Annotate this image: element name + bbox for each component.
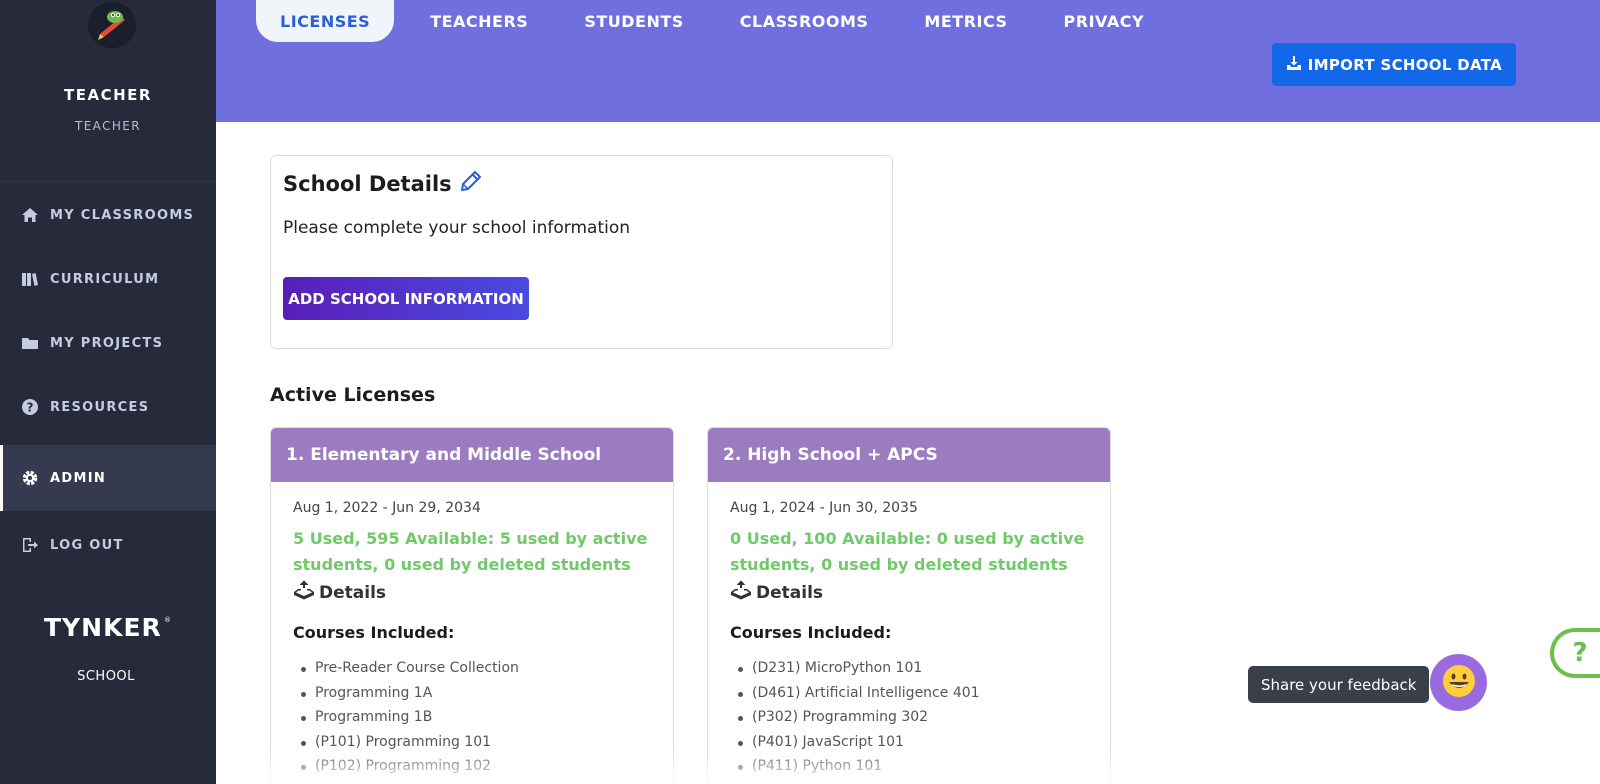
books-icon: [20, 269, 40, 289]
active-licenses-title: Active Licenses: [270, 384, 436, 406]
add-school-information-button[interactable]: ADD SCHOOL INFORMATION: [283, 277, 529, 320]
svg-text:TYNKER: TYNKER: [44, 613, 162, 642]
admin-header: LICENSES TEACHERS STUDENTS CLASSROOMS ME…: [216, 0, 1600, 122]
smiley-icon: [1441, 663, 1477, 703]
school-details-card: School Details Please complete your scho…: [270, 155, 893, 349]
license-details-link[interactable]: Details: [293, 580, 386, 605]
list-item: Programming 1A: [293, 681, 519, 706]
license-title: 1. Elementary and Middle School: [271, 428, 673, 482]
tab-students[interactable]: STUDENTS: [556, 0, 711, 42]
sidebar-item-curriculum[interactable]: CURRICULUM: [0, 247, 216, 311]
list-item: (P102) Programming 102: [293, 754, 519, 779]
user-role: TEACHER: [74, 119, 142, 133]
sidebar-item-admin[interactable]: ADMIN: [0, 445, 216, 511]
sidebar: TEACHER TEACHER MY CLASSROOMS CURRICULUM…: [0, 0, 216, 784]
list-item: (P101) Programming 101: [293, 730, 519, 755]
license-details-label: Details: [319, 582, 387, 603]
sidebar-item-log-out[interactable]: LOG OUT: [0, 513, 216, 577]
folder-icon: [20, 333, 40, 353]
school-details-description: Please complete your school information: [283, 218, 631, 238]
list-item: Pre-Reader Course Collection: [293, 656, 519, 681]
tynker-logo: TYNKER ®: [44, 612, 172, 642]
sidebar-item-label: MY PROJECTS: [50, 335, 164, 351]
school-details-heading: School Details: [283, 171, 452, 196]
list-item: (P302) Programming 302: [730, 705, 980, 730]
export-icon: [293, 580, 315, 605]
license-usage: 5 Used, 595 Available: 5 used by active …: [293, 529, 648, 574]
brand-subtitle: SCHOOL: [77, 669, 135, 684]
sidebar-item-my-classrooms[interactable]: MY CLASSROOMS: [0, 183, 216, 247]
gear-icon: [20, 468, 40, 488]
pencil-icon[interactable]: [460, 170, 482, 197]
import-label: IMPORT SCHOOL DATA: [1307, 55, 1502, 74]
list-item: (D461) Artificial Intelligence 401: [730, 681, 980, 706]
sidebar-item-label: ADMIN: [50, 470, 107, 486]
license-dates: Aug 1, 2022 - Jun 29, 2034: [293, 500, 481, 516]
course-list: (D231) MicroPython 101 (D461) Artificial…: [730, 656, 980, 779]
license-usage: 0 Used, 100 Available: 0 used by active …: [730, 529, 1085, 574]
home-icon: [20, 205, 40, 225]
feedback-button[interactable]: [1430, 654, 1487, 711]
sidebar-item-my-projects[interactable]: MY PROJECTS: [0, 311, 216, 375]
import-school-data-button[interactable]: IMPORT SCHOOL DATA: [1271, 43, 1516, 86]
tab-classrooms[interactable]: CLASSROOMS: [712, 0, 897, 42]
avatar[interactable]: [88, 2, 136, 48]
question-circle-icon: ?: [20, 397, 40, 417]
license-details-link[interactable]: Details: [730, 580, 823, 605]
import-icon: [1286, 55, 1302, 75]
tab-teachers[interactable]: TEACHERS: [402, 0, 556, 42]
school-details-title: School Details: [283, 170, 482, 197]
license-card: 1. Elementary and Middle School Aug 1, 2…: [270, 427, 674, 784]
sidebar-item-resources[interactable]: ? RESOURCES: [0, 375, 216, 439]
export-icon: [730, 580, 752, 605]
help-icon: ?: [1572, 638, 1588, 668]
courses-included-label: Courses Included:: [730, 623, 892, 642]
list-item: (P411) Python 101: [730, 754, 980, 779]
license-dates: Aug 1, 2024 - Jun 30, 2035: [730, 500, 918, 516]
user-name: TEACHER: [64, 86, 152, 104]
course-list: Pre-Reader Course Collection Programming…: [293, 656, 519, 779]
license-title: 2. High School + APCS: [708, 428, 1110, 482]
license-card: 2. High School + APCS Aug 1, 2024 - Jun …: [707, 427, 1111, 784]
tab-metrics[interactable]: METRICS: [896, 0, 1035, 42]
logout-icon: [20, 535, 40, 555]
sidebar-item-label: RESOURCES: [50, 399, 150, 415]
admin-tabs: LICENSES TEACHERS STUDENTS CLASSROOMS ME…: [256, 0, 1172, 42]
courses-included-label: Courses Included:: [293, 623, 455, 642]
sidebar-item-label: LOG OUT: [50, 537, 124, 553]
tab-privacy[interactable]: PRIVACY: [1036, 0, 1173, 42]
svg-text:®: ®: [164, 616, 171, 624]
sidebar-divider: [0, 181, 216, 182]
feedback-tooltip[interactable]: Share your feedback: [1248, 666, 1430, 703]
svg-text:?: ?: [27, 401, 34, 415]
sidebar-item-label: MY CLASSROOMS: [50, 207, 195, 223]
list-item: (P401) JavaScript 101: [730, 730, 980, 755]
license-details-label: Details: [756, 582, 824, 603]
list-item: Programming 1B: [293, 705, 519, 730]
tab-licenses[interactable]: LICENSES: [256, 0, 395, 42]
sidebar-item-label: CURRICULUM: [50, 271, 160, 287]
list-item: (D231) MicroPython 101: [730, 656, 980, 681]
help-button[interactable]: ?: [1550, 628, 1600, 678]
